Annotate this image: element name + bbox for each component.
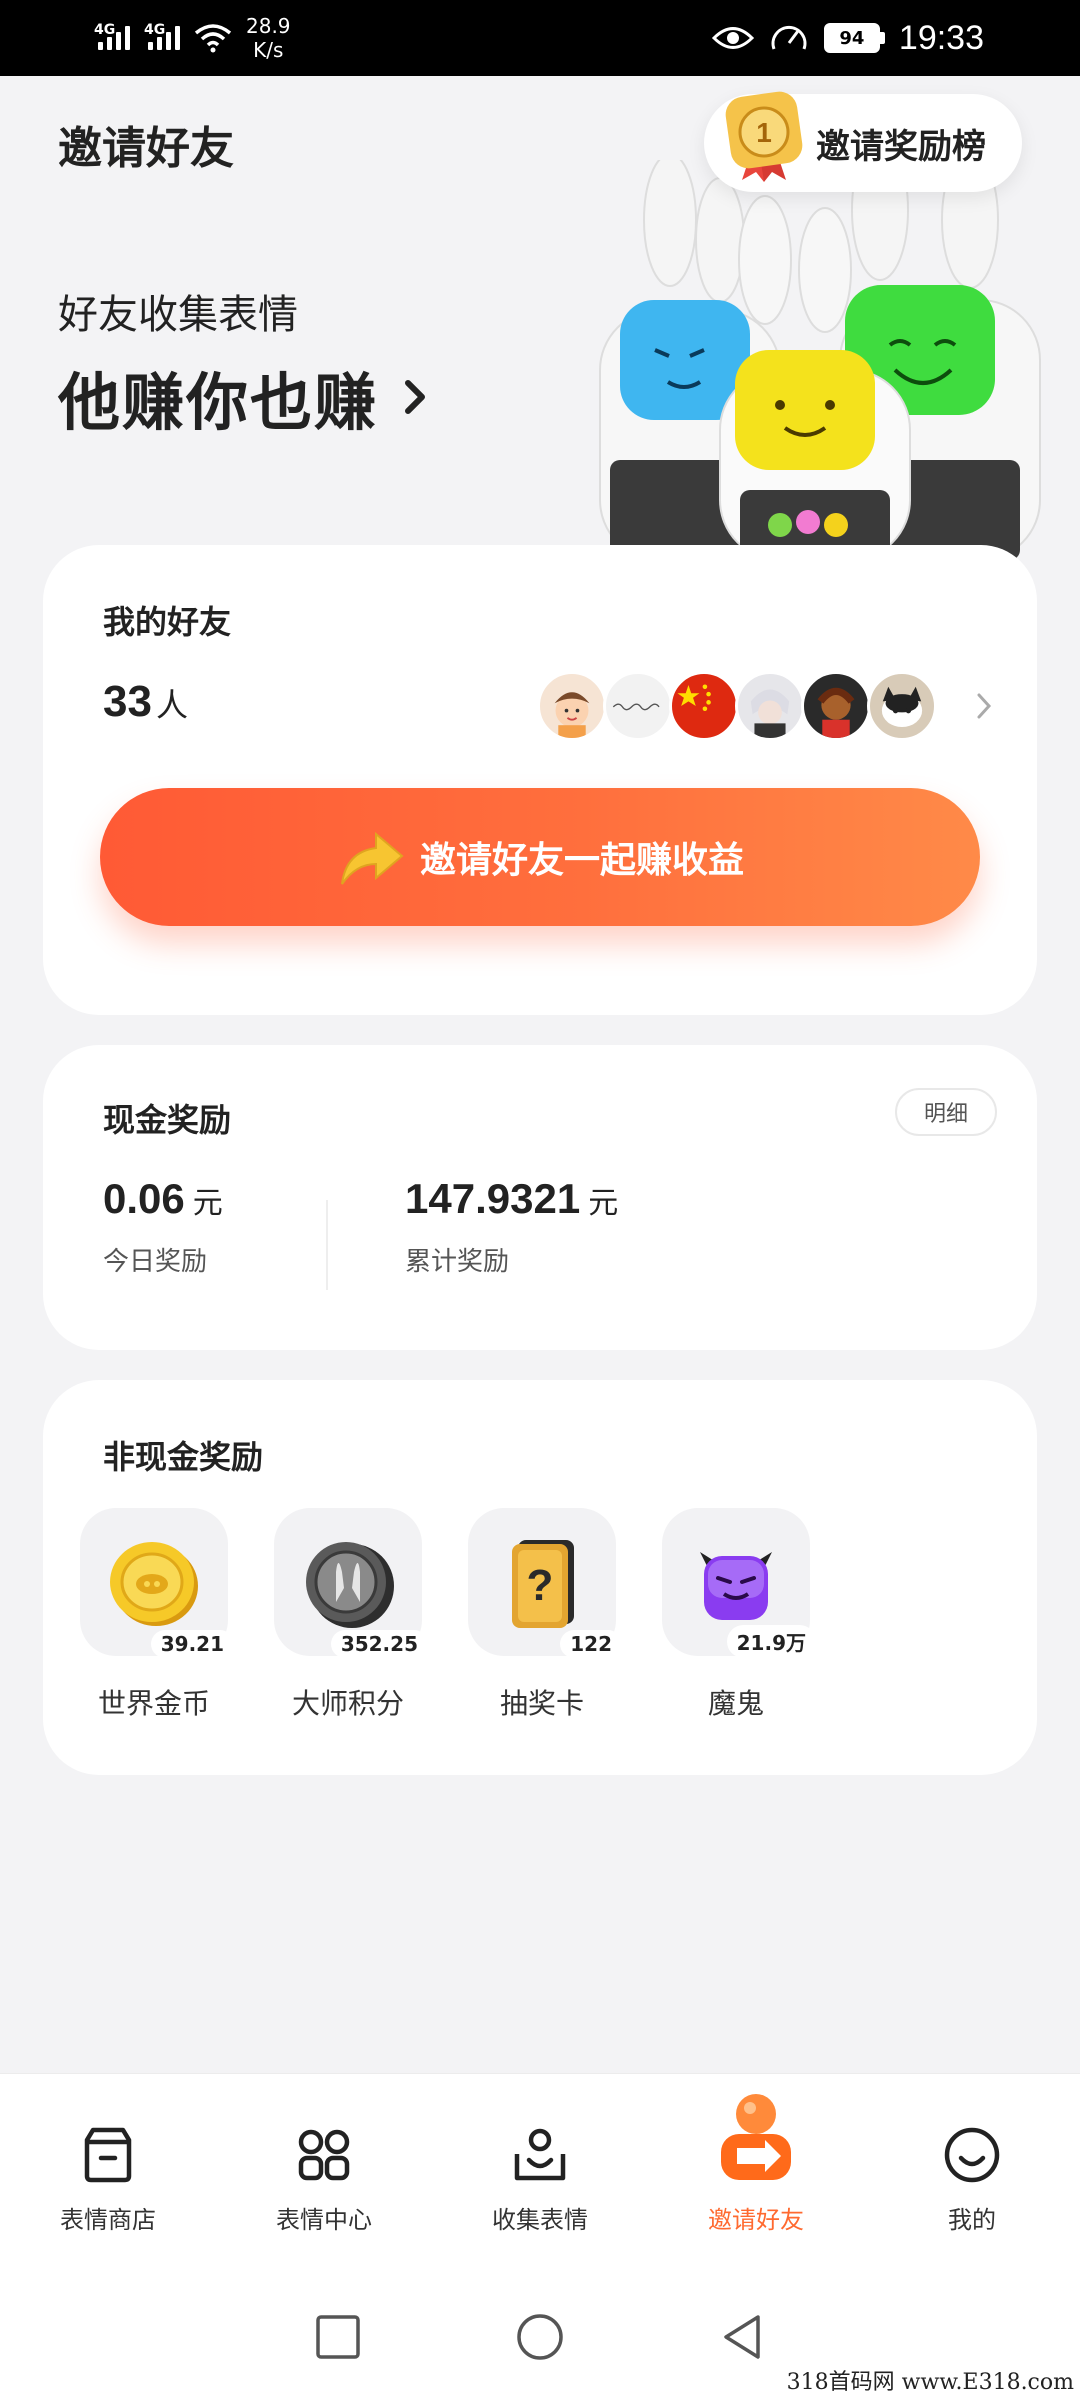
reward-value: 21.9万 bbox=[726, 1625, 816, 1658]
battery-icon: 94 bbox=[823, 23, 885, 53]
recent-apps-icon[interactable] bbox=[312, 2311, 364, 2363]
reward-item-world-coin[interactable]: 39.21 世界金币 bbox=[80, 1508, 234, 1722]
nav-label: 表情商店 bbox=[60, 2206, 156, 2234]
cell-signal-icon: 4G bbox=[94, 22, 130, 50]
friend-avatar[interactable] bbox=[801, 671, 871, 741]
total-reward-value: 147.9321 bbox=[405, 1175, 581, 1222]
devil-icon bbox=[700, 1552, 772, 1620]
eye-icon bbox=[711, 27, 754, 49]
cell-signal-icon-2: 4G bbox=[144, 22, 180, 50]
hero-title-link[interactable]: 他赚你也赚 bbox=[58, 352, 428, 442]
svg-text:?: ? bbox=[527, 1561, 554, 1610]
home-icon[interactable] bbox=[514, 2311, 566, 2363]
reward-name: 抽奖卡 bbox=[499, 1687, 584, 1720]
page-title: 邀请好友 bbox=[58, 123, 234, 174]
status-right: 94 19:33 bbox=[711, 18, 984, 58]
mascot-illustration bbox=[599, 160, 1041, 560]
battery-level: 94 bbox=[839, 27, 865, 49]
friend-avatar[interactable] bbox=[735, 671, 805, 741]
nav-label: 我的 bbox=[948, 2206, 996, 2234]
my-friends-card: 我的好友 33 人 邀请好友一起赚收益 bbox=[43, 545, 1037, 1015]
friends-count: 33 人 bbox=[103, 677, 188, 727]
divider bbox=[326, 1200, 328, 1290]
invite-friends-label: 邀请好友一起赚收益 bbox=[419, 840, 744, 881]
gold-coin-icon bbox=[110, 1542, 198, 1626]
net-speed-value: 28.9 bbox=[246, 14, 291, 38]
rewards-list: 39.21 世界金币 352.25 大师积分 ? 122 抽奖卡 21.9万 魔… bbox=[80, 1508, 816, 1722]
reward-name: 世界金币 bbox=[97, 1687, 210, 1720]
bottom-navigation: 表情商店 表情中心 收集表情 邀请好友 我的 bbox=[0, 2073, 1080, 2273]
net-type-label: 4G bbox=[144, 22, 166, 38]
master-points-icon bbox=[306, 1542, 394, 1628]
nav-item-mine[interactable]: 我的 bbox=[864, 2074, 1080, 2273]
today-reward-unit: 元 bbox=[192, 1186, 223, 1221]
status-left: 4G 4G 28.9 K/s bbox=[94, 14, 291, 62]
reward-value: 352.25 bbox=[330, 1630, 428, 1658]
nav-label: 收集表情 bbox=[492, 2206, 588, 2234]
non-cash-rewards-card: 非现金奖励 39.21 世界金币 352.25 大师积分 ? 122 抽奖卡 2… bbox=[43, 1380, 1037, 1775]
reward-value: 39.21 bbox=[150, 1630, 234, 1658]
watermark: 318首码网 www.E318.com bbox=[786, 2370, 1074, 2395]
gold-medal-icon: 1 bbox=[725, 91, 803, 182]
invite-friends-button[interactable]: 邀请好友一起赚收益 bbox=[100, 788, 980, 926]
total-reward-unit: 元 bbox=[588, 1186, 619, 1221]
speedometer-icon bbox=[771, 26, 807, 50]
friends-count-unit: 人 bbox=[155, 686, 188, 724]
total-reward: 147.9321 元 累计奖励 bbox=[405, 1175, 618, 1278]
today-reward-label: 今日奖励 bbox=[103, 1247, 208, 1277]
net-speed-unit: K/s bbox=[253, 38, 284, 62]
status-bar: 4G 4G 28.9 K/s 94 19:33 bbox=[0, 0, 1080, 76]
collect-icon bbox=[514, 2128, 566, 2181]
nav-item-emoji-store[interactable]: 表情商店 bbox=[0, 2074, 216, 2273]
friend-avatar[interactable] bbox=[537, 671, 607, 741]
reward-item-lottery-card[interactable]: ? 122 抽奖卡 bbox=[468, 1508, 622, 1722]
nav-item-emoji-center[interactable]: 表情中心 bbox=[216, 2074, 432, 2273]
share-arrow-icon bbox=[340, 831, 404, 885]
reward-value: 122 bbox=[560, 1630, 622, 1658]
today-reward: 0.06 元 今日奖励 bbox=[103, 1175, 223, 1278]
friend-avatar[interactable] bbox=[867, 671, 937, 741]
details-button[interactable]: 明细 bbox=[895, 1088, 997, 1136]
chevron-right-icon[interactable] bbox=[975, 691, 993, 721]
today-reward-value: 0.06 bbox=[103, 1175, 185, 1222]
clock: 19:33 bbox=[898, 18, 984, 57]
cash-rewards-title: 现金奖励 bbox=[103, 1101, 232, 1139]
grid-icon bbox=[298, 2129, 350, 2181]
reward-item-devil[interactable]: 21.9万 魔鬼 bbox=[662, 1508, 816, 1722]
wifi-icon bbox=[194, 24, 232, 53]
reward-name: 魔鬼 bbox=[707, 1687, 764, 1720]
back-icon[interactable] bbox=[716, 2311, 768, 2363]
medal-number: 1 bbox=[756, 117, 772, 148]
net-type-label: 4G bbox=[94, 22, 116, 38]
total-reward-label: 累计奖励 bbox=[405, 1247, 510, 1277]
reward-ranking-button[interactable]: 1 邀请奖励榜 bbox=[704, 91, 1022, 192]
nav-label: 表情中心 bbox=[276, 2206, 372, 2234]
invite-icon bbox=[721, 2094, 791, 2180]
chevron-right-icon bbox=[405, 380, 426, 414]
store-icon bbox=[84, 2127, 132, 2183]
lottery-card-icon: ? bbox=[512, 1540, 574, 1628]
reward-item-master-points[interactable]: 352.25 大师积分 bbox=[274, 1508, 428, 1722]
reward-ranking-label: 邀请奖励榜 bbox=[816, 126, 986, 167]
nav-item-collect-emoji[interactable]: 收集表情 bbox=[432, 2074, 648, 2273]
friend-avatar[interactable] bbox=[603, 671, 673, 741]
friend-avatars[interactable] bbox=[537, 671, 937, 741]
hero-subtitle: 好友收集表情 bbox=[58, 292, 298, 338]
cash-rewards-card: 现金奖励 明细 0.06 元 今日奖励 147.9321 元 累计奖励 bbox=[43, 1045, 1037, 1350]
nav-label: 邀请好友 bbox=[708, 2206, 804, 2234]
smile-face-icon bbox=[944, 2127, 1000, 2183]
reward-name: 大师积分 bbox=[291, 1687, 404, 1720]
my-friends-title: 我的好友 bbox=[103, 603, 232, 641]
hero-title: 他赚你也赚 bbox=[58, 366, 379, 439]
nav-item-invite-friends[interactable]: 邀请好友 bbox=[648, 2074, 864, 2273]
network-speed: 28.9 K/s bbox=[246, 14, 291, 62]
friends-count-number: 33 bbox=[103, 677, 152, 726]
non-cash-rewards-title: 非现金奖励 bbox=[103, 1438, 264, 1476]
friend-avatar[interactable] bbox=[669, 671, 739, 741]
